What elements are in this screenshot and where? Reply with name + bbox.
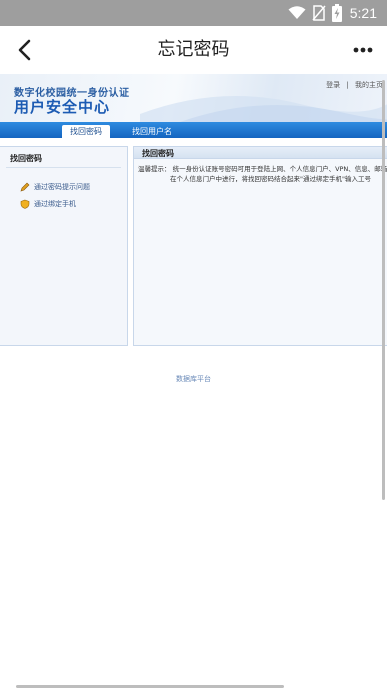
clock: 5:21 bbox=[349, 5, 377, 21]
app-bar: 忘记密码 bbox=[0, 26, 387, 74]
side-menu: 找回密码 通过密码提示问题 通过绑定手机 bbox=[0, 146, 128, 346]
tip-text-line-1: 温馨提示： 统一身份认证账号密码可用于登陆上网、个人信息门户、VPN、信息、邮箱… bbox=[138, 165, 387, 173]
my-homepage-link[interactable]: 我的主页 bbox=[355, 81, 383, 89]
battery-charging-icon bbox=[331, 4, 342, 22]
link-separator: | bbox=[346, 81, 349, 89]
webview[interactable]: 数字化校园统一身份认证 用户安全中心 登录 | 我的主页 找回密码 找回用户名 … bbox=[0, 74, 387, 684]
tab-bar: 找回密码 找回用户名 bbox=[0, 122, 387, 138]
vertical-scrollbar[interactable] bbox=[382, 80, 385, 500]
side-menu-heading: 找回密码 bbox=[10, 154, 42, 163]
tab-find-password[interactable]: 找回密码 bbox=[62, 125, 110, 138]
menu-item-label: 通过绑定手机 bbox=[34, 200, 76, 208]
more-button[interactable] bbox=[347, 34, 379, 66]
menu-item-bound-phone[interactable]: 通过绑定手机 bbox=[20, 198, 76, 210]
header-banner: 数字化校园统一身份认证 用户安全中心 登录 | 我的主页 bbox=[0, 74, 387, 122]
status-icons: 5:21 bbox=[282, 0, 387, 26]
divider bbox=[6, 167, 121, 168]
page-title: 忘记密码 bbox=[157, 39, 230, 60]
tab-find-username[interactable]: 找回用户名 bbox=[126, 125, 178, 138]
tip-text-line-2: 在个人信息门户中进行，将找回密码结合起来"通过绑定手机"输入工号 bbox=[170, 175, 371, 183]
menu-item-security-question[interactable]: 通过密码提示问题 bbox=[20, 181, 90, 193]
shield-icon bbox=[20, 199, 30, 209]
header-links: 登录 | 我的主页 bbox=[324, 80, 385, 90]
back-button[interactable] bbox=[8, 34, 40, 66]
status-bar: 5:21 bbox=[0, 0, 387, 26]
back-arrow-icon bbox=[18, 39, 31, 61]
menu-item-label: 通过密码提示问题 bbox=[34, 183, 90, 191]
footer-link[interactable]: 数据库平台 bbox=[0, 374, 387, 384]
content-panel-header: 找回密码 bbox=[134, 147, 387, 159]
content-panel-heading: 找回密码 bbox=[142, 149, 174, 158]
login-link[interactable]: 登录 bbox=[326, 81, 340, 89]
more-dots-icon bbox=[353, 47, 373, 53]
banner-title: 用户安全中心 bbox=[14, 98, 111, 116]
no-sim-icon bbox=[312, 5, 326, 21]
pencil-icon bbox=[20, 182, 30, 192]
content-panel: 找回密码 温馨提示： 统一身份认证账号密码可用于登陆上网、个人信息门户、VPN、… bbox=[133, 146, 387, 346]
wifi-icon bbox=[288, 6, 306, 19]
